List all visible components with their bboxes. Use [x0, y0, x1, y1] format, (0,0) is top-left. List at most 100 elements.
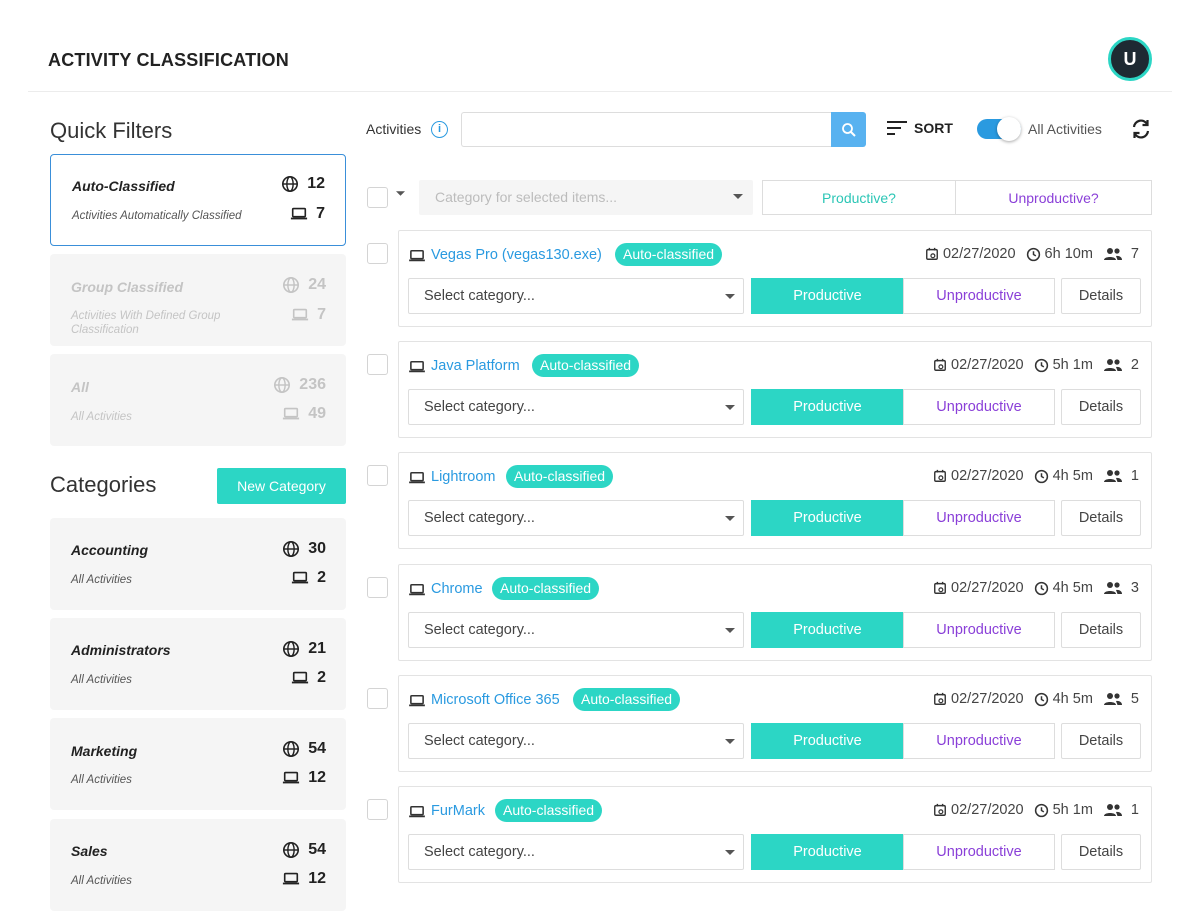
quick-filter-group-classified[interactable]: Group Classified Activities With Defined… — [50, 254, 346, 346]
web-count: 54 — [308, 740, 326, 757]
productive-button[interactable]: Productive — [751, 723, 904, 759]
bulk-category-select[interactable]: Category for selected items... — [419, 180, 753, 215]
row-checkbox[interactable] — [367, 243, 388, 264]
productive-button[interactable]: Productive — [751, 834, 904, 870]
category-select[interactable]: Select category... — [408, 278, 744, 314]
activity-row: Java Platform Auto-classified 02/27/2020… — [398, 341, 1152, 438]
new-category-button[interactable]: New Category — [217, 468, 346, 504]
globe-icon — [281, 175, 299, 193]
details-button[interactable]: Details — [1061, 723, 1141, 759]
category-select[interactable]: Select category... — [408, 500, 744, 536]
sort-icon — [887, 121, 907, 135]
productive-button[interactable]: Productive — [751, 500, 904, 536]
activity-date: 02/27/2020 — [951, 580, 1024, 596]
productive-button[interactable]: Productive — [751, 278, 904, 314]
laptop-icon — [291, 569, 309, 587]
category-sub: All Activities — [71, 574, 132, 586]
clock-icon — [1026, 247, 1041, 262]
activity-users: 7 — [1130, 246, 1139, 262]
refresh-icon[interactable] — [1130, 118, 1152, 140]
row-checkbox[interactable] — [367, 799, 388, 820]
users-icon — [1103, 358, 1123, 372]
unproductive-button[interactable]: Unproductive — [903, 723, 1055, 759]
all-activities-toggle[interactable] — [977, 117, 1021, 141]
category-administrators[interactable]: Administrators All Activities 21 2 — [50, 618, 346, 710]
row-checkbox[interactable] — [367, 465, 388, 486]
clock-icon — [1034, 358, 1049, 373]
activity-row: Lightroom Auto-classified 02/27/2020 4h … — [398, 452, 1152, 549]
page-title: ACTIVITY CLASSIFICATION — [48, 50, 289, 70]
dropdown-arrow-icon — [725, 294, 735, 300]
category-select[interactable]: Select category... — [408, 389, 744, 425]
productive-button[interactable]: Productive — [751, 612, 904, 648]
unproductive-button[interactable]: Unproductive — [903, 389, 1055, 425]
details-button[interactable]: Details — [1061, 389, 1141, 425]
users-icon — [1103, 247, 1123, 261]
laptop-icon — [282, 769, 300, 787]
category-select[interactable]: Select category... — [408, 723, 744, 759]
category-sales[interactable]: Sales All Activities 54 12 — [50, 819, 346, 911]
user-avatar[interactable]: U — [1108, 37, 1152, 81]
activity-name-link[interactable]: Microsoft Office 365 — [431, 692, 560, 708]
bulk-productive-button[interactable]: Productive? — [762, 180, 956, 215]
users-icon — [1103, 692, 1123, 706]
details-button[interactable]: Details — [1061, 834, 1141, 870]
unproductive-button[interactable]: Unproductive — [903, 834, 1055, 870]
globe-icon — [282, 841, 300, 859]
calendar-icon — [933, 803, 947, 817]
clock-icon — [1034, 581, 1049, 596]
info-icon[interactable]: i — [431, 121, 448, 138]
unproductive-button[interactable]: Unproductive — [903, 612, 1055, 648]
activity-name-link[interactable]: Vegas Pro (vegas130.exe) — [431, 247, 602, 263]
activity-meta: 02/27/2020 4h 5m 3 — [925, 580, 1139, 596]
laptop-icon — [408, 249, 426, 263]
search-button[interactable] — [831, 112, 866, 147]
category-select-placeholder: Select category... — [424, 733, 535, 749]
web-count: 30 — [308, 540, 326, 557]
quick-filter-all[interactable]: All All Activities 236 49 — [50, 354, 346, 446]
bulk-category-placeholder: Category for selected items... — [435, 189, 618, 205]
calendar-icon — [933, 469, 947, 483]
activity-name-link[interactable]: FurMark — [431, 803, 485, 819]
globe-icon — [282, 540, 300, 558]
category-select-placeholder: Select category... — [424, 844, 535, 860]
activity-name-link[interactable]: Lightroom — [431, 469, 495, 485]
row-checkbox[interactable] — [367, 577, 388, 598]
globe-icon — [282, 640, 300, 658]
row-checkbox[interactable] — [367, 688, 388, 709]
activity-users: 2 — [1130, 357, 1139, 373]
category-marketing[interactable]: Marketing All Activities 54 12 — [50, 718, 346, 810]
activity-name-link[interactable]: Java Platform — [431, 358, 520, 374]
unproductive-button[interactable]: Unproductive — [903, 278, 1055, 314]
auto-classified-badge: Auto-classified — [532, 354, 640, 377]
search-icon — [841, 122, 856, 137]
filter-sub: Activities With Defined Group Classifica… — [71, 310, 221, 336]
productive-button[interactable]: Productive — [751, 389, 904, 425]
select-all-checkbox[interactable] — [367, 187, 388, 208]
dropdown-arrow-icon — [733, 194, 743, 200]
bulk-actions: Category for selected items... Productiv… — [366, 180, 1152, 215]
chevron-down-icon[interactable] — [396, 191, 405, 197]
category-select[interactable]: Select category... — [408, 612, 744, 648]
activity-date: 02/27/2020 — [951, 802, 1024, 818]
category-select[interactable]: Select category... — [408, 834, 744, 870]
bulk-unproductive-button[interactable]: Unproductive? — [955, 180, 1152, 215]
activity-name-link[interactable]: Chrome — [431, 581, 483, 597]
auto-classified-badge: Auto-classified — [573, 688, 681, 711]
activity-users: 3 — [1130, 580, 1139, 596]
search-input[interactable] — [461, 112, 832, 147]
details-button[interactable]: Details — [1061, 500, 1141, 536]
quick-filter-auto-classified[interactable]: Auto-Classified Activities Automatically… — [50, 154, 346, 246]
row-checkbox[interactable] — [367, 354, 388, 375]
globe-icon — [273, 376, 291, 394]
details-button[interactable]: Details — [1061, 612, 1141, 648]
category-accounting[interactable]: Accounting All Activities 30 2 — [50, 518, 346, 610]
laptop-icon — [291, 669, 309, 687]
unproductive-button[interactable]: Unproductive — [903, 500, 1055, 536]
activity-duration: 4h 5m — [1052, 468, 1093, 484]
users-icon — [1103, 581, 1123, 595]
filter-sub: All Activities — [71, 411, 132, 423]
sort-button[interactable]: SORT — [886, 120, 953, 136]
toggle-label: All Activities — [1028, 121, 1102, 137]
details-button[interactable]: Details — [1061, 278, 1141, 314]
